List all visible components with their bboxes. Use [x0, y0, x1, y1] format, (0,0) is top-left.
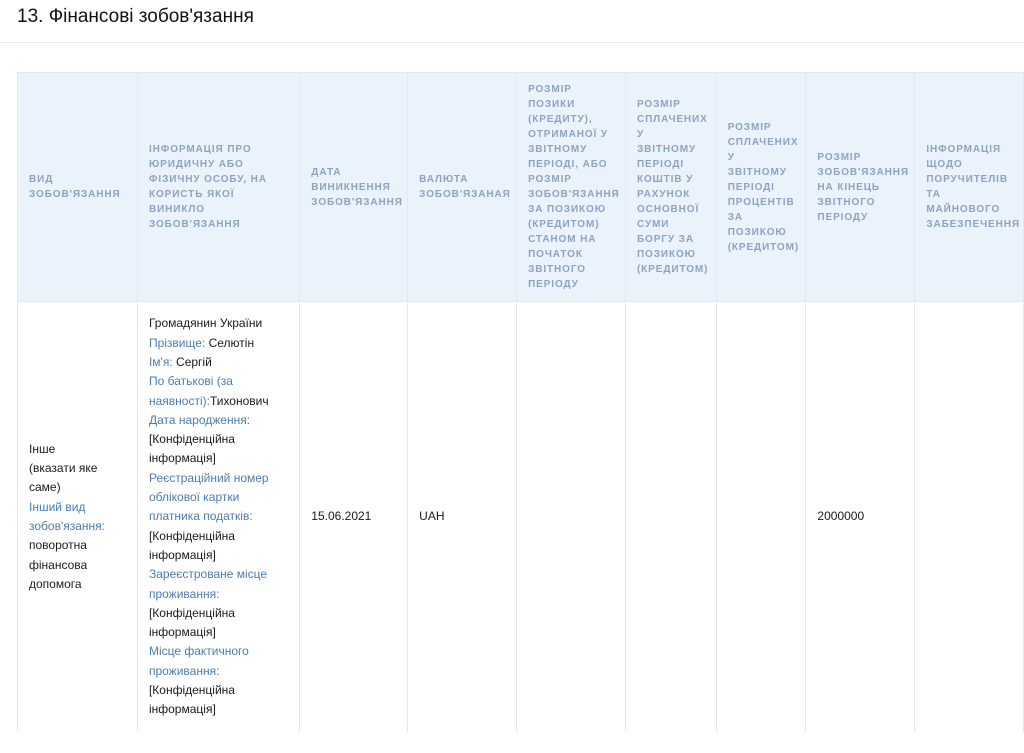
- header-date: Дата виникнення зобов'язання: [299, 72, 409, 302]
- section-header: 13. Фінансові зобов'язання: [0, 0, 1024, 43]
- header-obligation-type: Вид зобов'язання: [17, 72, 138, 302]
- name-value: Сергій: [172, 354, 212, 369]
- cell-interest-paid: [715, 301, 807, 732]
- cell-principal-paid: [624, 301, 717, 732]
- cell-obligation-type: Інше (вказати яке саме) Інший вид зобов'…: [17, 301, 138, 732]
- tax-number-value: [Конфіденційна інформація]: [148, 528, 235, 562]
- name-label: Ім'я:: [148, 354, 173, 369]
- surname-label: Прізвище:: [148, 335, 206, 350]
- birth-date-label: Дата народження:: [148, 412, 251, 427]
- header-currency: Валюта зобов'язаная: [407, 72, 518, 302]
- type-line-3: саме): [29, 480, 61, 495]
- header-guarantors: Інформація щодо поручителів та майнового…: [914, 72, 1024, 302]
- table-row: Інше (вказати яке саме) Інший вид зобов'…: [17, 301, 1024, 732]
- header-loan-amount: Розмір позики (кредиту), отриманої у зві…: [516, 72, 626, 302]
- cell-end-amount: 2000000: [805, 301, 916, 732]
- type-line-1: Інше: [29, 441, 56, 456]
- cell-currency: UAH: [407, 301, 518, 732]
- surname-value: Селютін: [205, 335, 255, 350]
- tax-number-label: Реєстраційний номер облікової картки пла…: [148, 470, 269, 524]
- table-body: Інше (вказати яке саме) Інший вид зобов'…: [17, 301, 1024, 732]
- creditor-status: Громадянин України: [148, 316, 263, 331]
- obligations-table: Вид зобов'язання Інформація про юридичну…: [17, 72, 1024, 732]
- registered-address-label: Зареєстроване місце проживання:: [148, 567, 268, 601]
- actual-address-label: Місце фактичного проживання:: [148, 644, 249, 678]
- header-interest-paid: Розмір сплачених у звітному періоді проц…: [715, 72, 807, 302]
- registered-address-value: [Конфіденційна інформація]: [148, 605, 235, 640]
- cell-date: 15.06.2021: [299, 301, 409, 732]
- header-principal-paid: Розмір сплачених у звітному періоді кошт…: [624, 72, 717, 302]
- birth-date-value: [Конфіденційна інформація]: [148, 432, 235, 466]
- cell-guarantors: [914, 301, 1024, 732]
- header-row: Вид зобов'язання Інформація про юридичну…: [17, 72, 1024, 302]
- type-line-2: (вказати яке: [29, 461, 98, 476]
- cell-creditor-info: Громадянин України Прізвище: Селютін Ім'…: [136, 301, 301, 732]
- header-end-amount: Розмір зобов'язання на кінець звітного п…: [805, 72, 916, 302]
- obligations-table-wrapper[interactable]: Вид зобов'язання Інформація про юридичну…: [17, 72, 1024, 732]
- header-creditor-info: Інформація про юридичну або фізичну особ…: [136, 72, 301, 302]
- patronymic-value: Тихонович: [209, 393, 269, 408]
- section-title: 13. Фінансові зобов'язання: [17, 6, 254, 27]
- actual-address-value: [Конфіденційна інформація]: [148, 683, 235, 717]
- other-type-value: поворотна фінансова допомога: [29, 538, 88, 591]
- cell-loan-amount: [516, 301, 626, 732]
- table-head: Вид зобов'язання Інформація про юридичну…: [17, 72, 1024, 302]
- other-type-label: Інший вид зобов'язання:: [29, 499, 106, 533]
